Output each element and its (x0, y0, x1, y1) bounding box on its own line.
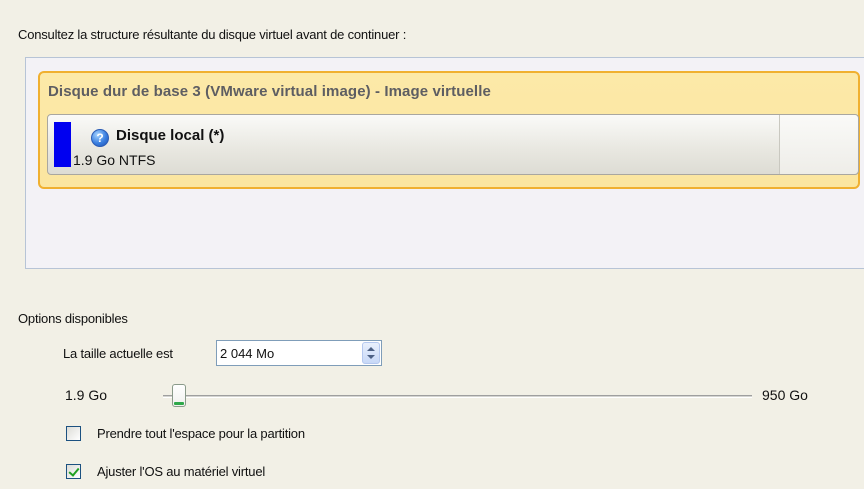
question-icon: ? (91, 129, 109, 147)
options-header: Options disponibles (18, 311, 128, 326)
partition-color-bar (54, 122, 71, 167)
size-label: La taille actuelle est (63, 346, 173, 361)
take-all-space-checkbox[interactable] (66, 426, 81, 441)
adjust-os-label[interactable]: Ajuster l'OS au matériel virtuel (97, 464, 265, 479)
spin-down-icon[interactable] (367, 355, 375, 359)
disk-title: Disque dur de base 3 (VMware virtual ima… (48, 83, 491, 100)
adjust-os-checkbox[interactable] (66, 464, 81, 479)
size-slider-thumb[interactable] (172, 384, 186, 407)
size-slider-track[interactable] (163, 395, 752, 398)
disk-structure-panel: Disque dur de base 3 (VMware virtual ima… (25, 57, 864, 269)
size-input[interactable] (217, 341, 360, 365)
checkmark-icon (68, 465, 80, 477)
partition-name: Disque local (*) (116, 127, 225, 144)
instruction-text: Consultez la structure résultante du dis… (18, 27, 407, 42)
partition-local-disk[interactable]: ? Disque local (*) 1.9 Go NTFS (47, 114, 859, 175)
slider-max-label: 950 Go (762, 387, 808, 403)
size-stepper (216, 340, 382, 366)
partition-size-fs: 1.9 Go NTFS (73, 152, 156, 168)
slider-min-label: 1.9 Go (65, 387, 108, 403)
spin-up-icon[interactable] (367, 347, 375, 351)
size-spin-buttons[interactable] (362, 342, 380, 364)
unallocated-segment (779, 115, 858, 174)
take-all-space-label[interactable]: Prendre tout l'espace pour la partition (97, 426, 305, 441)
virtual-disk[interactable]: Disque dur de base 3 (VMware virtual ima… (38, 71, 860, 189)
